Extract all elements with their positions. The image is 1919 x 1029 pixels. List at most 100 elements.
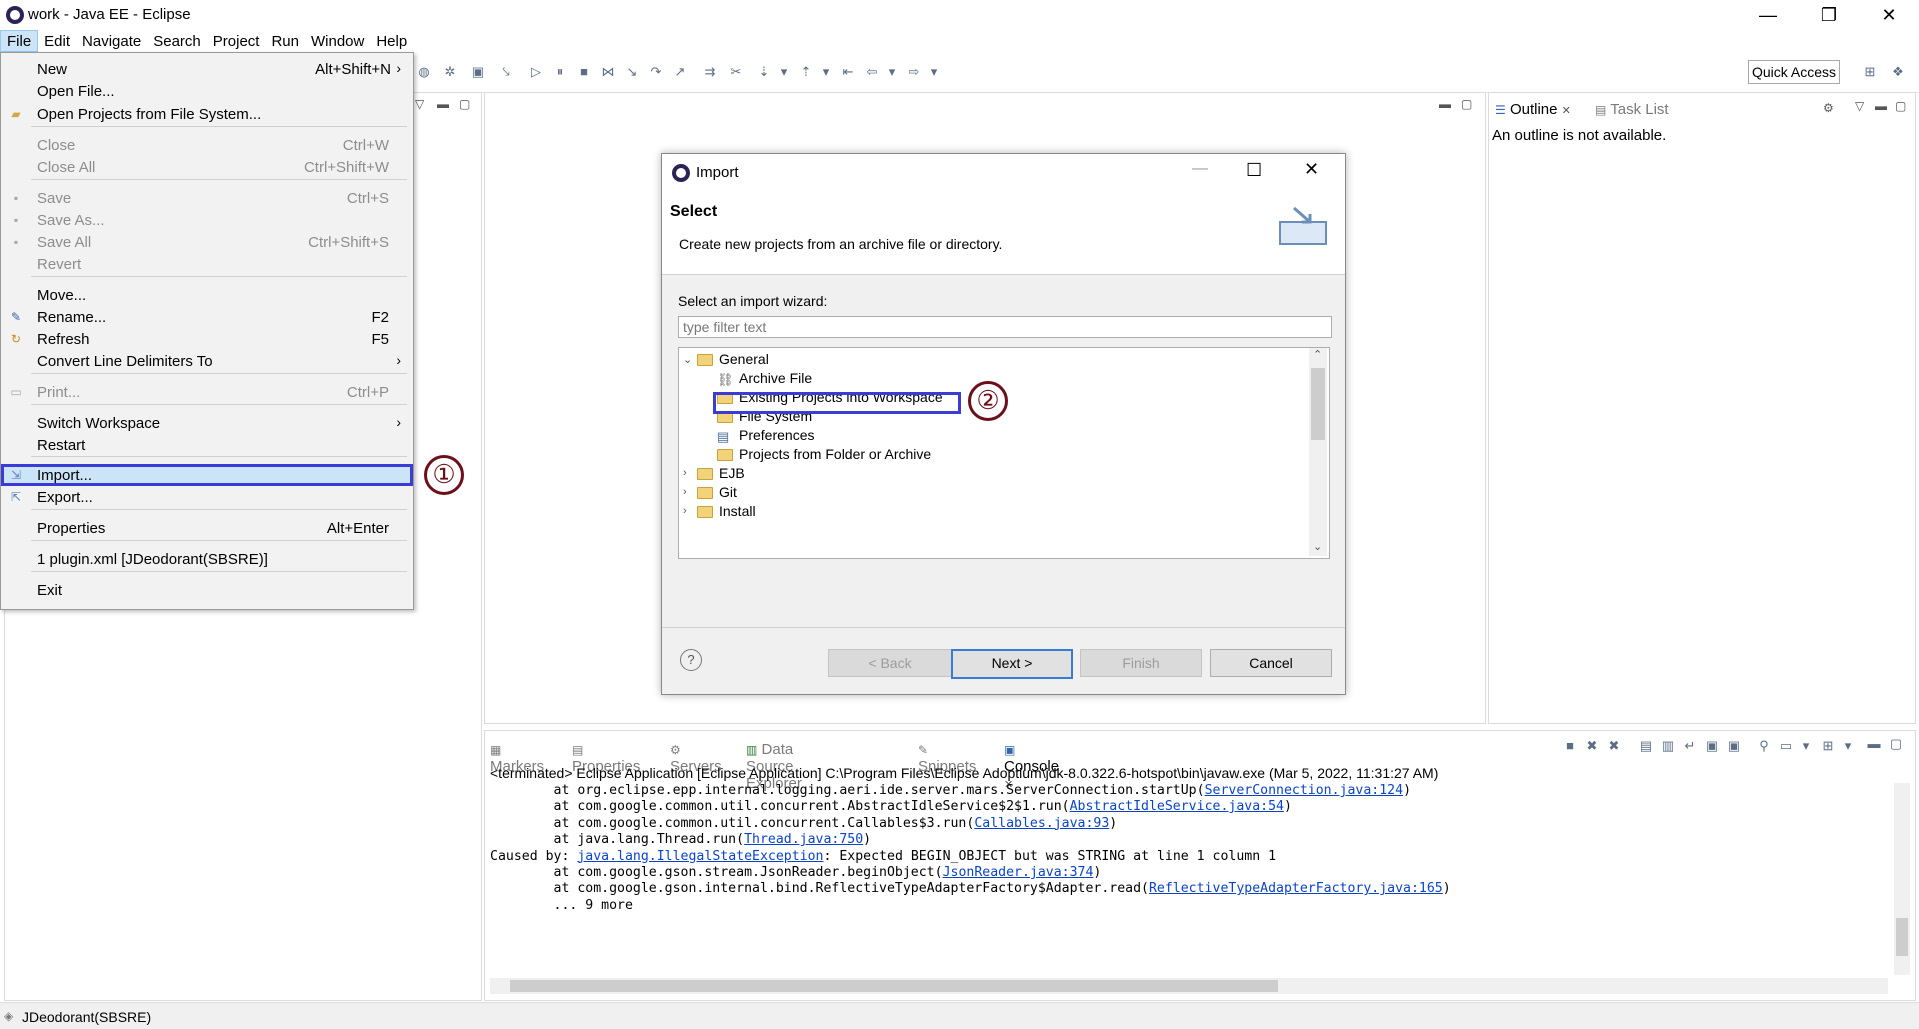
file-menu-item-save-as[interactable]: ▪ Save As...	[1, 209, 413, 231]
scroll-lock-icon[interactable]: ▥	[1660, 738, 1676, 754]
chevron-down-icon[interactable]: ▾	[926, 64, 942, 80]
maximize-view-icon[interactable]: ▢	[459, 97, 470, 111]
open-console-icon[interactable]: ⊞	[1820, 738, 1836, 754]
chevron-right-icon[interactable]: ›	[683, 505, 697, 517]
chevron-right-icon[interactable]: ›	[683, 486, 697, 498]
tree-item-install[interactable]: › Install	[683, 500, 756, 522]
terminate-icon[interactable]: ■	[576, 64, 592, 80]
suspend-icon[interactable]: ⏸	[552, 64, 568, 80]
step-over-icon[interactable]: ↷	[648, 64, 664, 80]
file-menu-item-convert-line-delimiters-to[interactable]: Convert Line Delimiters To ›	[1, 350, 413, 372]
resume-icon[interactable]: ▷	[528, 64, 544, 80]
remove-launch-icon[interactable]: ✖	[1584, 738, 1600, 754]
maximize-view-icon[interactable]: ▢	[1461, 97, 1472, 111]
tools-icon[interactable]: ✂	[728, 64, 744, 80]
chevron-right-icon[interactable]: ›	[683, 467, 697, 479]
menu-navigate[interactable]: Navigate	[76, 30, 147, 52]
cancel-button[interactable]: Cancel	[1210, 649, 1332, 677]
file-menu-item-close-all[interactable]: Close All Ctrl+Shift+W	[1, 156, 413, 178]
menu-search[interactable]: Search	[147, 30, 207, 52]
menu-help[interactable]: Help	[370, 30, 413, 52]
console-horizontal-scroll-thumb[interactable]	[510, 980, 1278, 992]
dialog-minimize-button[interactable]: —	[1192, 160, 1208, 178]
console-source-link[interactable]: Callables.java:93	[974, 816, 1109, 831]
back-arrow-icon[interactable]: ⇦	[864, 64, 880, 80]
maximize-view-icon[interactable]: ▢	[1888, 736, 1904, 752]
close-icon[interactable]: ✕	[1562, 105, 1571, 117]
console-source-link[interactable]: Thread.java:750	[744, 832, 863, 847]
console-source-link[interactable]: ReflectiveTypeAdapterFactory.java:165	[1149, 881, 1443, 896]
maximize-view-icon[interactable]: ▢	[1895, 99, 1906, 113]
view-menu-icon[interactable]: ▽	[1855, 99, 1864, 113]
monitor-icon[interactable]: ▣	[470, 64, 486, 80]
quick-access-field[interactable]: Quick Access	[1748, 60, 1840, 84]
file-menu-item-close[interactable]: Close Ctrl+W	[1, 134, 413, 156]
file-menu-item-restart[interactable]: Restart	[1, 434, 413, 456]
show-on-error-icon[interactable]: ▣	[1726, 738, 1742, 754]
focus-icon[interactable]: ⚙	[1823, 101, 1834, 115]
step-return-icon[interactable]: ↗	[672, 64, 688, 80]
menu-edit[interactable]: Edit	[38, 30, 76, 52]
chevron-down-icon[interactable]: ▾	[1798, 738, 1814, 754]
open-perspective-icon[interactable]: ⊞	[1862, 64, 1878, 80]
file-menu-item-move[interactable]: Move...	[1, 284, 413, 306]
filter-input[interactable]	[678, 316, 1332, 338]
file-menu-item-save[interactable]: ▪ Save Ctrl+S	[1, 187, 413, 209]
next-annotation-icon[interactable]: ⇣	[756, 64, 772, 80]
file-menu-item-new[interactable]: New Alt+Shift+N ›	[1, 58, 413, 80]
minimize-view-icon[interactable]: ▬	[437, 97, 449, 111]
file-menu-item-properties[interactable]: Properties Alt+Enter	[1, 517, 413, 539]
display-console-icon[interactable]: ▭	[1778, 738, 1794, 754]
word-wrap-icon[interactable]: ↵	[1682, 738, 1698, 754]
chevron-down-icon[interactable]: ⌄	[683, 353, 697, 366]
minimize-view-icon[interactable]: ▬	[1875, 99, 1887, 113]
dialog-close-button[interactable]: ✕	[1304, 159, 1319, 180]
chevron-down-icon[interactable]: ▾	[818, 64, 834, 80]
globe-icon[interactable]: ◍	[416, 64, 432, 80]
file-menu-item-open-projects-from-file-system[interactable]: ▰ Open Projects from File System...	[1, 103, 413, 125]
show-on-output-icon[interactable]: ▣	[1704, 738, 1720, 754]
console-source-link[interactable]: ServerConnection.java:124	[1205, 783, 1404, 798]
java-ee-perspective-icon[interactable]: ❖	[1890, 64, 1906, 80]
file-menu-item-revert[interactable]: Revert	[1, 253, 413, 275]
finish-button[interactable]: Finish	[1080, 649, 1202, 677]
file-menu-item-import[interactable]: ⇲ Import...	[1, 464, 413, 486]
use-step-filters-icon[interactable]: ⇉	[702, 64, 718, 80]
console-source-link[interactable]: AbstractIdleService.java:54	[1070, 799, 1284, 814]
menu-file[interactable]: File	[0, 30, 39, 52]
scroll-down-icon[interactable]: ⌄	[1313, 540, 1322, 553]
tab-outline[interactable]: ☰ Outline ✕	[1495, 101, 1571, 118]
back-button[interactable]: < Back	[828, 649, 952, 677]
file-menu-item-exit[interactable]: Exit	[1, 579, 413, 601]
clear-console-icon[interactable]: ▤	[1638, 738, 1654, 754]
file-menu-item-print[interactable]: ▭ Print... Ctrl+P	[1, 381, 413, 403]
menu-window[interactable]: Window	[305, 30, 370, 52]
remove-all-icon[interactable]: ✖	[1606, 738, 1622, 754]
console-source-link[interactable]: JsonReader.java:374	[943, 865, 1094, 880]
console-source-link[interactable]: java.lang.IllegalStateException	[577, 849, 823, 864]
chevron-down-icon[interactable]: ▾	[1840, 738, 1856, 754]
console-vertical-scroll-thumb[interactable]	[1896, 918, 1908, 956]
minimize-view-icon[interactable]: ▬	[1866, 736, 1882, 752]
help-button[interactable]: ?	[680, 649, 702, 671]
view-menu-icon[interactable]: ▽	[415, 97, 424, 111]
step-into-icon[interactable]: ↘	[624, 64, 640, 80]
previous-annotation-icon[interactable]: ⇡	[798, 64, 814, 80]
pin-console-icon[interactable]: ⚲	[1756, 738, 1772, 754]
file-menu-item-save-all[interactable]: ▪ Save All Ctrl+Shift+S	[1, 231, 413, 253]
terminate-icon[interactable]: ■	[1562, 738, 1578, 754]
tree-scroll-thumb[interactable]	[1311, 368, 1325, 440]
minimize-view-icon[interactable]: ▬	[1439, 97, 1451, 111]
dialog-maximize-button[interactable]: ☐	[1246, 160, 1262, 181]
file-menu-item-refresh[interactable]: ↻ Refresh F5	[1, 328, 413, 350]
file-menu-item-export[interactable]: ⇱ Export...	[1, 486, 413, 508]
forward-arrow-icon[interactable]: ⇨	[906, 64, 922, 80]
next-button[interactable]: Next >	[951, 649, 1073, 679]
chevron-down-icon[interactable]: ▾	[776, 64, 792, 80]
file-menu-item-rename[interactable]: ✎ Rename... F2	[1, 306, 413, 328]
last-edit-icon[interactable]: ⇤	[840, 64, 856, 80]
file-menu-item-switch-workspace[interactable]: Switch Workspace ›	[1, 412, 413, 434]
file-menu-item-1-plugin-xml-jdeodorant-sbsre[interactable]: 1 plugin.xml [JDeodorant(SBSRE)]	[1, 548, 413, 570]
console-output[interactable]: at org.eclipse.epp.internal.logging.aeri…	[490, 783, 1890, 914]
tree-item-projects-from-folder[interactable]: Projects from Folder or Archive	[717, 443, 931, 465]
